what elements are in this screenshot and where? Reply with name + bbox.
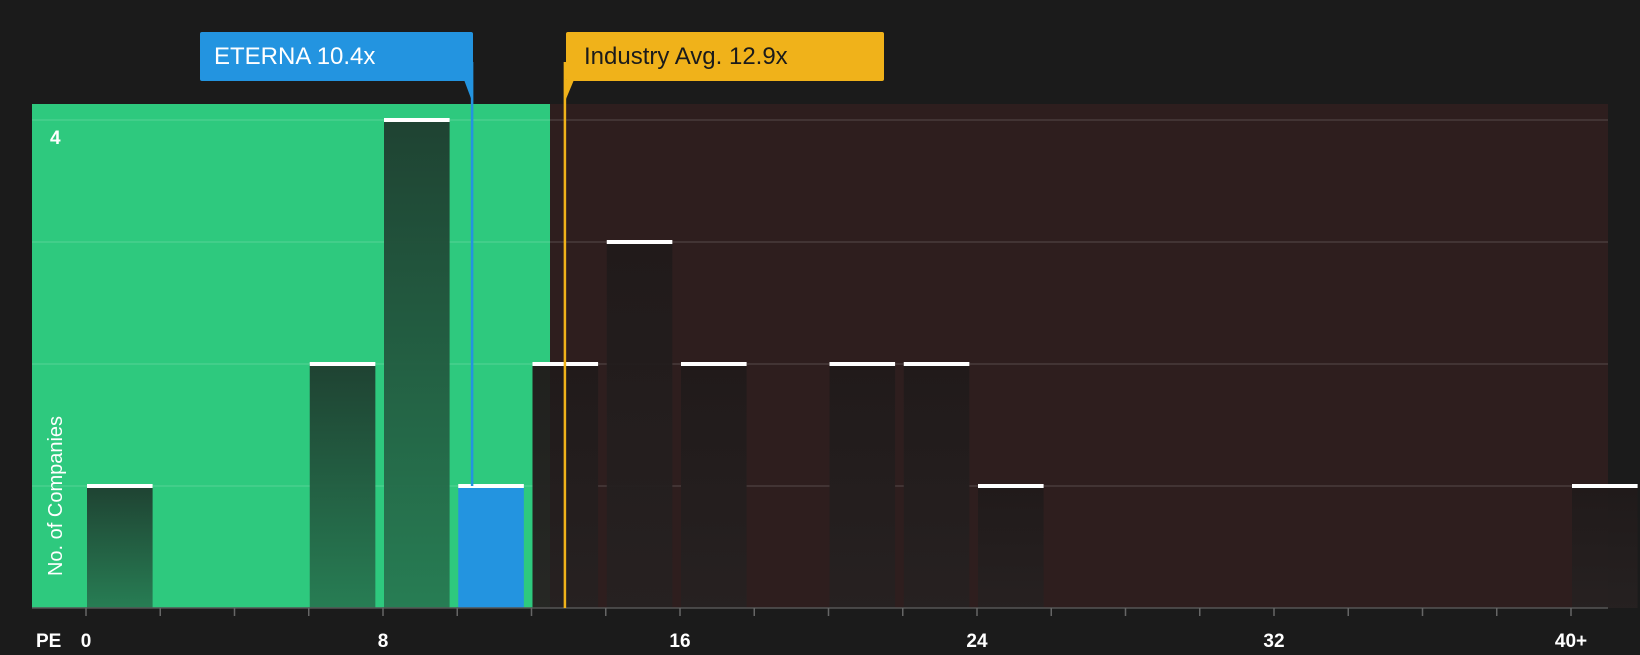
- bar: [87, 486, 153, 608]
- bar-cap: [681, 362, 747, 366]
- bar-cap: [829, 362, 896, 366]
- bar-cap: [606, 240, 673, 244]
- x-tick-label: 32: [1263, 631, 1284, 650]
- bar: [384, 120, 450, 608]
- x-tick-label: 16: [669, 631, 690, 650]
- bar-cap: [903, 362, 970, 366]
- bar: [309, 364, 376, 608]
- bar-cap: [309, 362, 376, 366]
- bar-cap: [978, 484, 1044, 488]
- bar-cap: [87, 484, 153, 488]
- bar: [458, 486, 524, 608]
- bar: [1572, 486, 1638, 608]
- company-label-text: ETERNA 10.4x: [214, 43, 375, 70]
- industry-label-text: Industry Avg. 12.9x: [584, 43, 788, 70]
- y-tick-label: 4: [50, 128, 61, 149]
- bar: [829, 364, 896, 608]
- bar-cap: [1572, 484, 1638, 488]
- bar: [978, 486, 1044, 608]
- x-tick-label: 40+: [1555, 631, 1587, 650]
- bar-cap: [458, 484, 524, 488]
- bar: [606, 242, 673, 608]
- x-tick-label: 24: [966, 631, 988, 650]
- x-axis-title: PE: [36, 631, 61, 650]
- pe-distribution-chart: 0 8 16 24 32 40+ ETERNA 10.4x Industry Avg. 12…: [0, 0, 1640, 652]
- bar: [903, 364, 970, 608]
- chart-svg: 0 8 16 24 32 40+ ETERNA 10.4x Industry Avg. 12…: [0, 0, 1640, 652]
- x-tick-label: 0: [81, 631, 92, 650]
- bar: [681, 364, 747, 608]
- bar-cap: [384, 118, 450, 122]
- y-axis-title: No. of Companies: [45, 416, 67, 576]
- valuation-zones: [32, 104, 1608, 608]
- x-tick-label: 8: [378, 631, 389, 650]
